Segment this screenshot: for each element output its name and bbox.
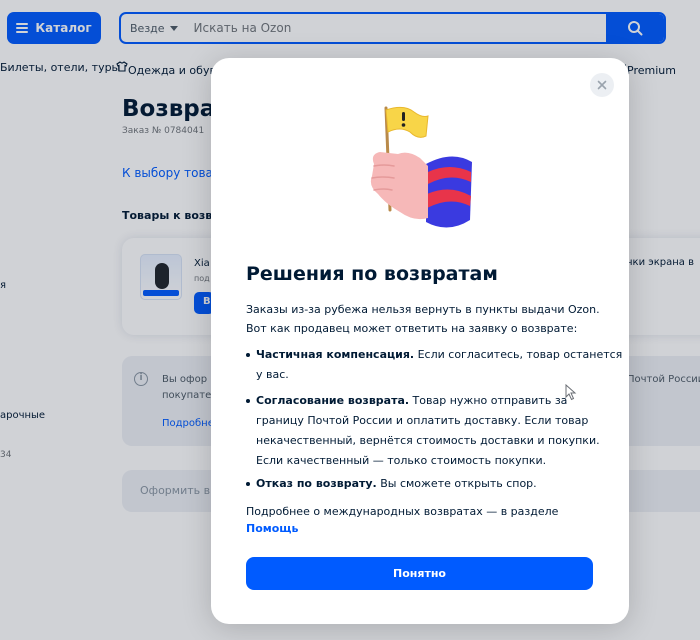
- close-icon: [597, 80, 607, 90]
- bullet-text: у вас.: [256, 368, 289, 381]
- bullet-text: Товар нужно отправить за: [409, 394, 568, 407]
- bullet-partial-compensation: Частичная компенсация. Если согласитесь,…: [246, 345, 622, 385]
- bullet-dot: [246, 399, 250, 403]
- mouse-cursor-icon: [565, 384, 577, 401]
- modal-title: Решения по возвратам: [246, 263, 498, 285]
- bullet-title: Частичная компенсация.: [256, 348, 415, 361]
- bullet-title: Отказ по возврату.: [256, 477, 377, 490]
- bullet-text: Если согласитесь, товар останется: [414, 348, 623, 361]
- ok-button[interactable]: Понятно: [246, 557, 593, 590]
- bullet-text: некачественный, вернётся стоимость доста…: [256, 434, 600, 447]
- bullet-dot: [246, 353, 250, 357]
- bullet-text: Вы сможете открыть спор.: [376, 477, 537, 490]
- bullet-dot: [246, 482, 250, 486]
- help-link[interactable]: Помощь: [246, 522, 298, 535]
- bullet-text: границу Почтой России и оплатить доставк…: [256, 414, 589, 427]
- modal-intro-line1: Заказы из-за рубежа нельзя вернуть в пун…: [246, 303, 600, 316]
- bullet-title: Согласование возврата.: [256, 394, 410, 407]
- more-info-text: Подробнее о международных возвратах — в …: [246, 505, 559, 518]
- bullet-return-agreement: Согласование возврата. Товар нужно отпра…: [246, 391, 606, 471]
- bullet-text: Если качественный — только стоимость пок…: [256, 454, 547, 467]
- modal-intro-line2: Вот как продавец может ответить на заявк…: [246, 322, 578, 335]
- hand-flag-illustration: [370, 106, 472, 228]
- bullet-return-refusal: Отказ по возврату. Вы сможете открыть сп…: [246, 474, 606, 494]
- close-modal-button[interactable]: [590, 73, 614, 97]
